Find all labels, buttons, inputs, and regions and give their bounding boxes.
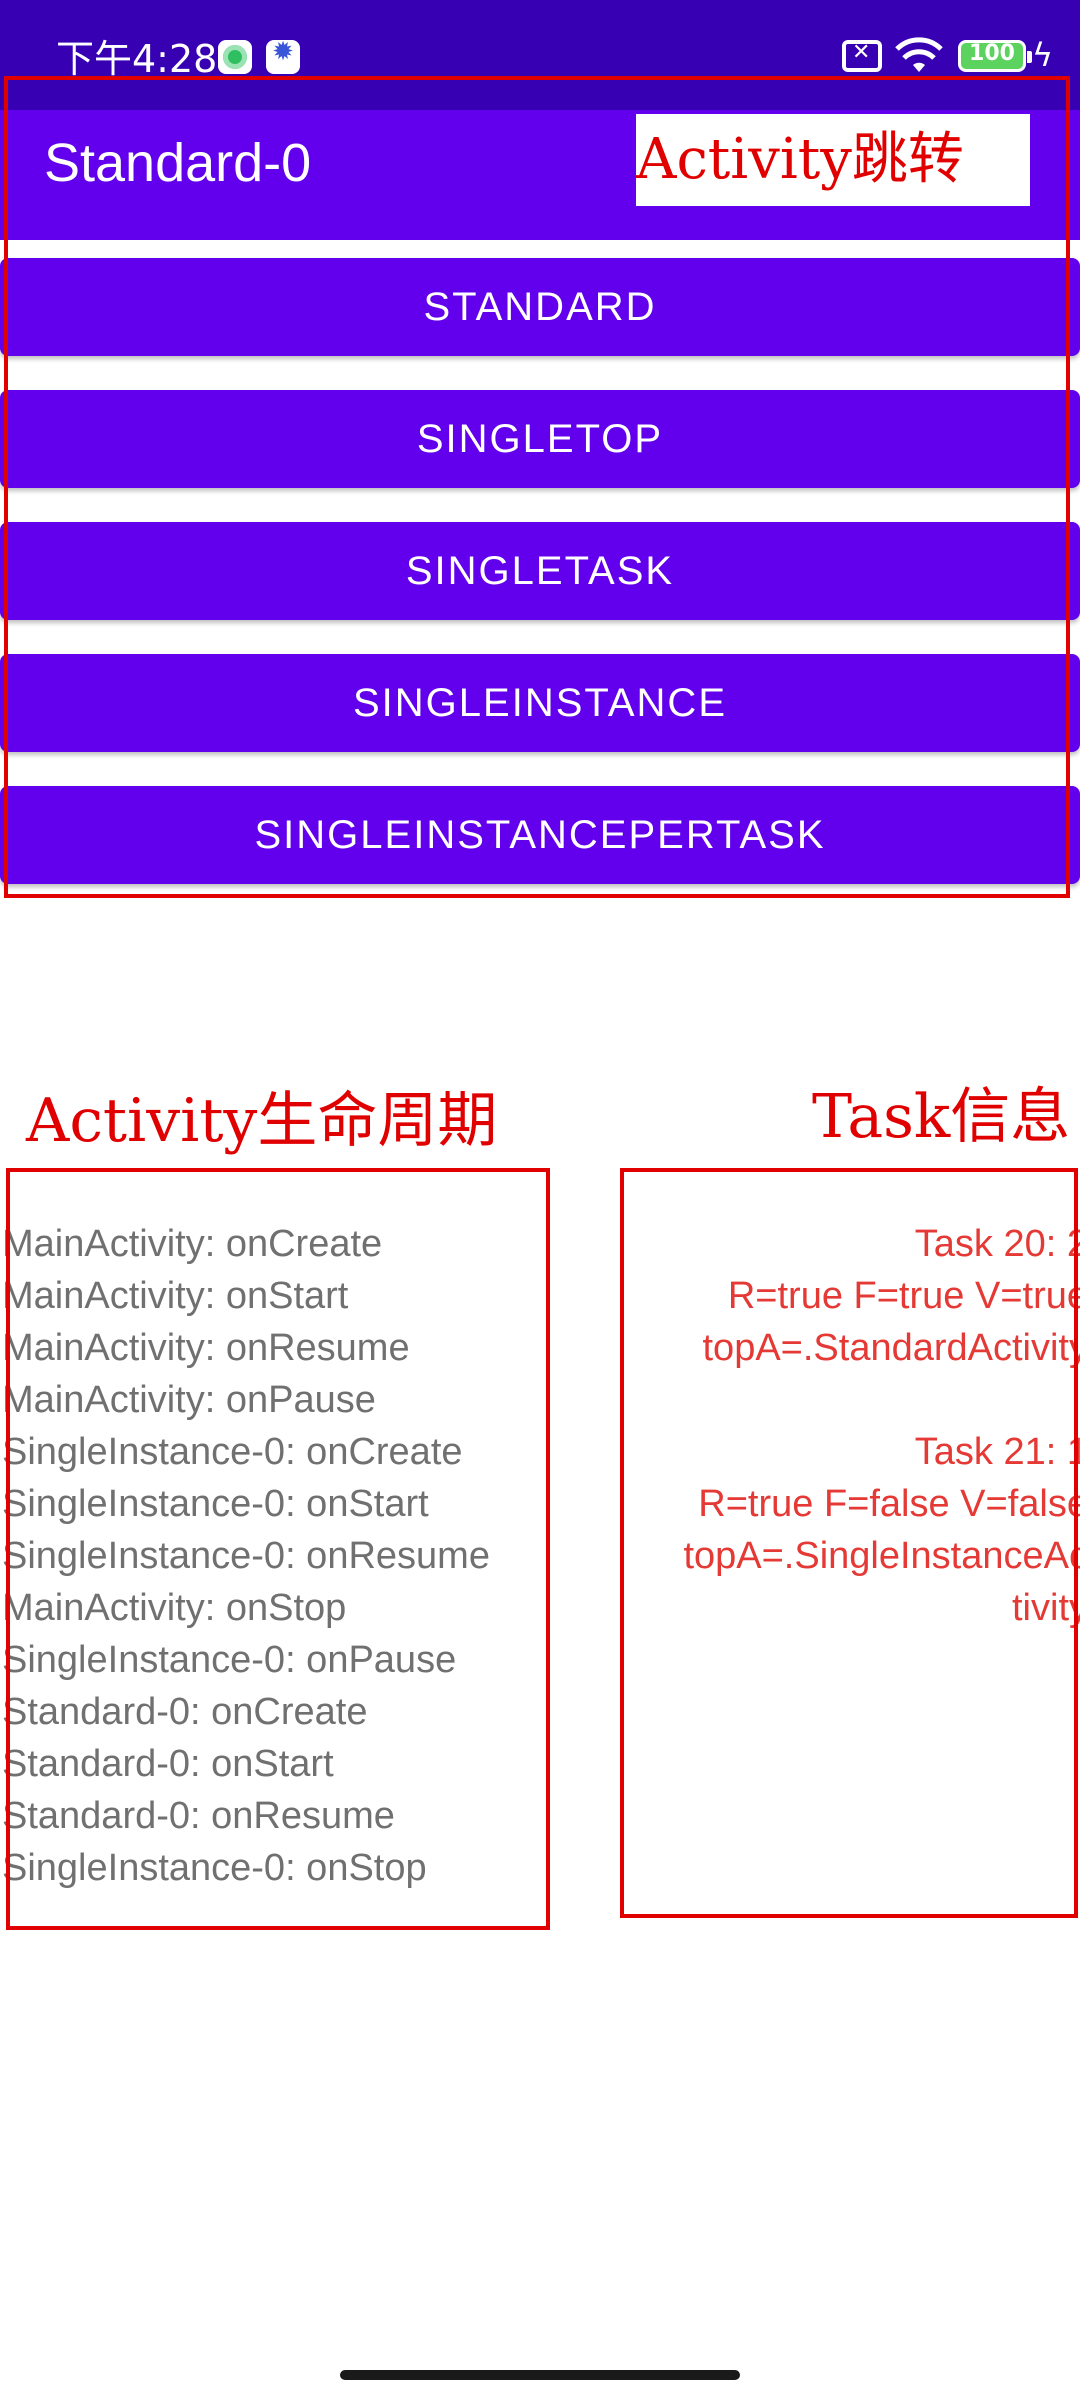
charging-bolt-icon: ϟ (1032, 36, 1054, 74)
annotation-box-lifecycle (6, 1168, 550, 1930)
annotation-box-task (620, 1168, 1078, 1918)
home-indicator[interactable] (340, 2370, 740, 2380)
annotation-lifecycle-label: Activity生命周期 (26, 1086, 498, 1156)
sim-x-icon (842, 40, 882, 72)
status-time: 下午4:28 (56, 37, 218, 81)
annotation-task-label: Task信息 (812, 1082, 1071, 1152)
battery-icon: 100 (958, 40, 1032, 72)
battery-level: 100 (969, 41, 1015, 66)
gear-app-icon (266, 37, 300, 74)
green-app-icon (218, 40, 252, 74)
wifi-icon (895, 37, 943, 72)
annotation-box-top (4, 76, 1070, 898)
